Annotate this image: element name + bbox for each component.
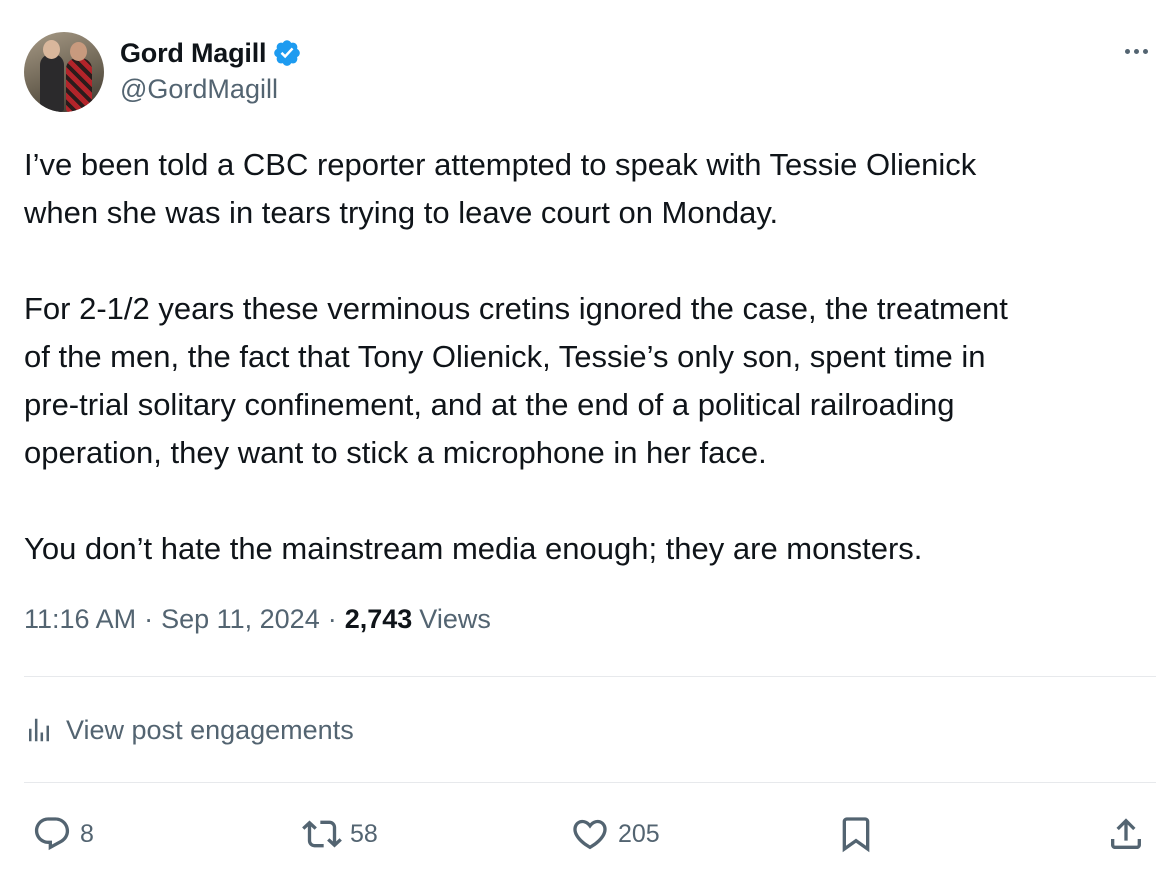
text-line: operation, they want to stick a micropho… xyxy=(24,435,767,470)
bookmark-button[interactable] xyxy=(836,804,876,864)
tweet: Gord Magill @GordMagill I’ve been told a… xyxy=(0,0,1174,890)
repost-button[interactable]: 58 xyxy=(302,804,378,864)
reply-icon xyxy=(34,817,70,851)
share-icon xyxy=(1111,818,1141,849)
bookmark-icon xyxy=(842,817,870,853)
view-engagements-label: View post engagements xyxy=(66,714,354,745)
heart-icon xyxy=(573,819,607,850)
like-button[interactable]: 205 xyxy=(570,804,660,864)
tweet-metadata: 11:16 AM · Sep 11, 2024 · 2,743 Views xyxy=(24,604,491,635)
more-icon[interactable] xyxy=(1116,36,1156,66)
views-count: 2,743 xyxy=(344,604,413,634)
post-date[interactable]: Sep 11, 2024 xyxy=(161,604,320,635)
divider xyxy=(24,782,1156,783)
text-line: when she was in tears trying to leave co… xyxy=(24,195,779,230)
text-line: You don’t hate the mainstream media enou… xyxy=(24,531,923,566)
separator: · xyxy=(144,604,154,634)
post-time[interactable]: 11:16 AM xyxy=(24,604,136,635)
views-label: Views xyxy=(419,604,491,634)
text-line: pre-trial solitary confinement, and at t… xyxy=(24,387,955,422)
divider xyxy=(24,676,1156,677)
repost-count: 58 xyxy=(350,819,378,848)
reply-count: 8 xyxy=(80,819,94,848)
separator: · xyxy=(327,604,337,634)
author-handle[interactable]: @GordMagill xyxy=(120,74,278,105)
view-engagements-link[interactable]: View post engagements xyxy=(24,708,354,752)
author-name-row: Gord Magill xyxy=(120,33,302,73)
analytics-icon xyxy=(29,718,49,742)
like-count: 205 xyxy=(618,819,660,848)
tweet-text: I’ve been told a CBC reporter attempted … xyxy=(24,141,1148,573)
text-line: I’ve been told a CBC reporter attempted … xyxy=(24,147,977,182)
action-bar: 8 58 205 xyxy=(0,804,1174,864)
avatar[interactable] xyxy=(24,32,104,112)
text-line: For 2-1/2 years these verminous cretins … xyxy=(24,291,1008,326)
verified-badge-icon[interactable] xyxy=(272,38,302,68)
share-button[interactable] xyxy=(1106,804,1146,864)
text-line: of the men, the fact that Tony Olienick,… xyxy=(24,339,986,374)
repost-icon xyxy=(302,820,342,848)
reply-button[interactable]: 8 xyxy=(32,804,94,864)
author-name[interactable]: Gord Magill xyxy=(120,38,267,69)
